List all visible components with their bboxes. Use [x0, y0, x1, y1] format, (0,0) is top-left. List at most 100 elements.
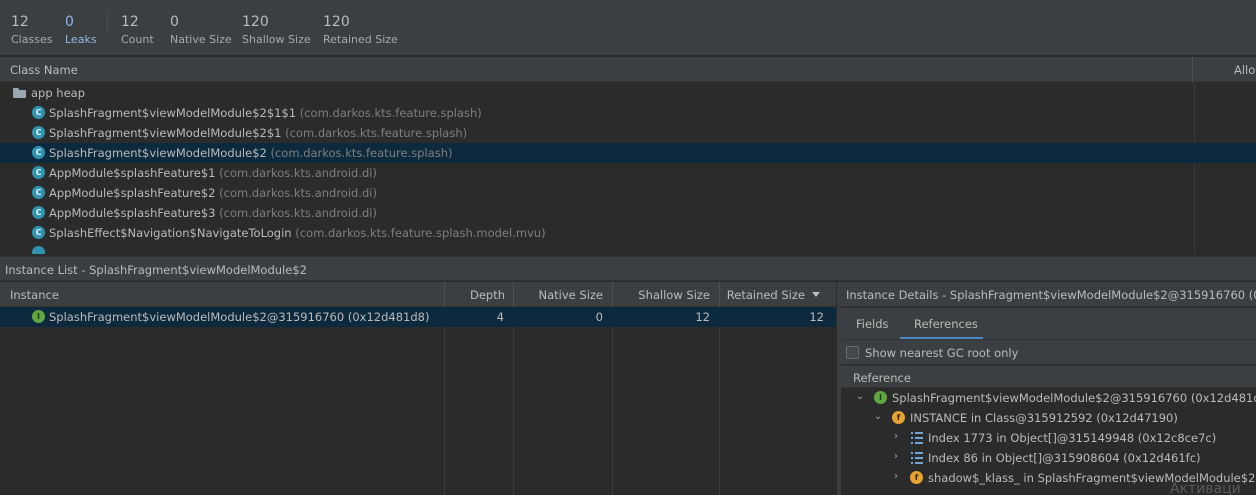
instance-native-size: 0 [595, 310, 603, 324]
class-icon: C [32, 186, 45, 199]
instance-table-body: I SplashFragment$viewModelModule$2@31591… [0, 307, 836, 495]
class-row[interactable]: C AppModule$splashFeature$3 (com.darkos.… [0, 203, 1256, 223]
tab-references[interactable]: References [914, 317, 978, 331]
class-row[interactable]: C AppModule$splashFeature$2 (com.darkos.… [0, 183, 1256, 203]
instance-icon: I [32, 310, 45, 323]
gc-root-option: Show nearest GC root only [841, 339, 1256, 364]
instance-name: SplashFragment$viewModelModule$2@3159167… [49, 310, 430, 324]
chevron-right-icon[interactable]: › [891, 471, 901, 482]
class-name: AppModule$splashFeature$1 [49, 166, 216, 180]
class-name: SplashFragment$viewModelModule$2$1$1 [49, 106, 297, 120]
class-icon [32, 246, 45, 254]
tree-node[interactable]: ⌄ f INSTANCE in Class@315912592 (0x12d47… [841, 408, 1256, 428]
class-package: (com.darkos.kts.feature.splash) [285, 126, 468, 140]
field-icon: f [892, 411, 905, 424]
column-depth[interactable]: Depth [444, 288, 505, 302]
tree-node-label: INSTANCE in Class@315912592 (0x12d47190) [910, 411, 1178, 425]
stat-leaks-value: 0 [65, 14, 74, 30]
class-package: (com.darkos.kts.android.di) [219, 206, 377, 220]
stat-retained-size-value: 120 [323, 14, 350, 30]
instance-row-selected[interactable]: I SplashFragment$viewModelModule$2@31591… [0, 307, 836, 327]
instance-details-panel: Instance Details - SplashFragment$viewMo… [841, 282, 1256, 495]
class-package: (com.darkos.kts.feature.splash.model.mvu… [295, 226, 546, 240]
chevron-right-icon[interactable]: › [891, 451, 901, 462]
stat-shallow-size-label: Shallow Size [242, 33, 311, 46]
stat-count: 12 Count [121, 14, 154, 48]
summary-stats-bar: 12 Classes 0 Leaks 12 Count 0 Native Siz… [0, 0, 1256, 56]
stat-classes-value: 12 [11, 14, 29, 30]
class-package: (com.darkos.kts.android.di) [219, 186, 377, 200]
tab-fields[interactable]: Fields [856, 317, 889, 331]
folder-icon [13, 88, 26, 98]
instance-list-title-bar: Instance List - SplashFragment$viewModel… [0, 256, 1256, 281]
reference-tree: ⌄ I SplashFragment$viewModelModule$2@315… [841, 388, 1256, 495]
class-row[interactable]: C AppModule$splashFeature$1 (com.darkos.… [0, 163, 1256, 183]
class-row-selected[interactable]: C SplashFragment$viewModelModule$2 (com.… [0, 143, 1256, 163]
stat-retained-size-label: Retained Size [323, 33, 398, 46]
gc-root-checkbox-label[interactable]: Show nearest GC root only [865, 346, 1018, 360]
stat-count-label: Count [121, 33, 154, 46]
heap-row[interactable]: app heap [0, 83, 1256, 103]
class-name: SplashFragment$viewModelModule$2$1 [49, 126, 282, 140]
column-instance[interactable]: Instance [10, 288, 59, 302]
instance-list-title: Instance List - SplashFragment$viewModel… [5, 263, 307, 277]
column-reference[interactable]: Reference [853, 371, 911, 385]
class-row[interactable]: C SplashEffect$Navigation$NavigateToLogi… [0, 223, 1256, 243]
chevron-down-icon[interactable]: ⌄ [873, 411, 883, 422]
column-retained-size[interactable]: Retained Size [719, 288, 805, 302]
instance-icon: I [874, 391, 887, 404]
class-name: SplashFragment$viewModelModule$2 [49, 146, 267, 160]
activation-watermark: Активаци [1170, 481, 1241, 495]
tree-node[interactable]: › Index 1773 in Object[]@315149948 (0x12… [841, 428, 1256, 448]
instance-retained-size: 12 [809, 310, 824, 324]
column-shallow-size[interactable]: Shallow Size [612, 288, 710, 302]
sort-descending-icon[interactable] [812, 292, 820, 297]
class-row[interactable]: C SplashFragment$viewModelModule$2$1 (co… [0, 123, 1256, 143]
class-icon: C [32, 126, 45, 139]
instance-details-title-bar: Instance Details - SplashFragment$viewMo… [841, 282, 1256, 307]
class-row-partial[interactable] [0, 243, 1256, 254]
instance-depth: 4 [496, 310, 504, 324]
field-icon: f [910, 471, 923, 484]
stat-native-size-value: 0 [170, 14, 179, 30]
class-table-header: Class Name Allo [0, 57, 1256, 82]
class-package: (com.darkos.kts.feature.splash) [299, 106, 482, 120]
stat-leaks[interactable]: 0 Leaks [65, 14, 97, 48]
stat-classes[interactable]: 12 Classes [11, 14, 52, 48]
tree-node-label: Index 86 in Object[]@315908604 (0x12d461… [928, 451, 1201, 465]
column-native-size[interactable]: Native Size [513, 288, 604, 302]
chevron-down-icon[interactable]: ⌄ [855, 391, 865, 402]
stat-classes-label: Classes [11, 33, 53, 46]
class-name: AppModule$splashFeature$2 [49, 186, 216, 200]
class-icon: C [32, 226, 45, 239]
class-package: (com.darkos.kts.feature.splash) [270, 146, 453, 160]
reference-table-header: Reference [841, 365, 1256, 388]
class-package: (com.darkos.kts.android.di) [219, 166, 377, 180]
column-allocations[interactable]: Allo [1234, 63, 1255, 77]
stat-retained-size: 120 Retained Size [323, 14, 398, 48]
stat-leaks-label: Leaks [65, 33, 97, 46]
column-grid-line [513, 307, 514, 495]
instance-details-title: Instance Details - SplashFragment$viewMo… [846, 288, 1256, 302]
class-row[interactable]: C SplashFragment$viewModelModule$2$1$1 (… [0, 103, 1256, 123]
class-icon: C [32, 146, 45, 159]
column-class-name[interactable]: Class Name [10, 63, 78, 77]
class-icon: C [32, 106, 45, 119]
stat-shallow-size-value: 120 [242, 14, 269, 30]
class-icon: C [32, 166, 45, 179]
gc-root-checkbox[interactable] [846, 346, 859, 359]
class-name: SplashEffect$Navigation$NavigateToLogin [49, 226, 292, 240]
column-grid-line [612, 307, 613, 495]
details-tab-bar: Fields References [841, 308, 1256, 339]
class-name: AppModule$splashFeature$3 [49, 206, 216, 220]
class-table-body: app heap C SplashFragment$viewModelModul… [0, 82, 1256, 254]
column-divider[interactable] [1192, 57, 1193, 82]
tree-node[interactable]: › Index 86 in Object[]@315908604 (0x12d4… [841, 448, 1256, 468]
tree-node[interactable]: ⌄ I SplashFragment$viewModelModule$2@315… [841, 388, 1256, 408]
heap-label: app heap [31, 86, 86, 100]
instance-table-header: Instance Depth Native Size Shallow Size … [0, 282, 836, 307]
chevron-right-icon[interactable]: › [891, 431, 901, 442]
tree-node-label: SplashFragment$viewModelModule$2@3159167… [892, 391, 1256, 405]
stats-divider [107, 12, 108, 34]
stat-native-size-label: Native Size [170, 33, 232, 46]
